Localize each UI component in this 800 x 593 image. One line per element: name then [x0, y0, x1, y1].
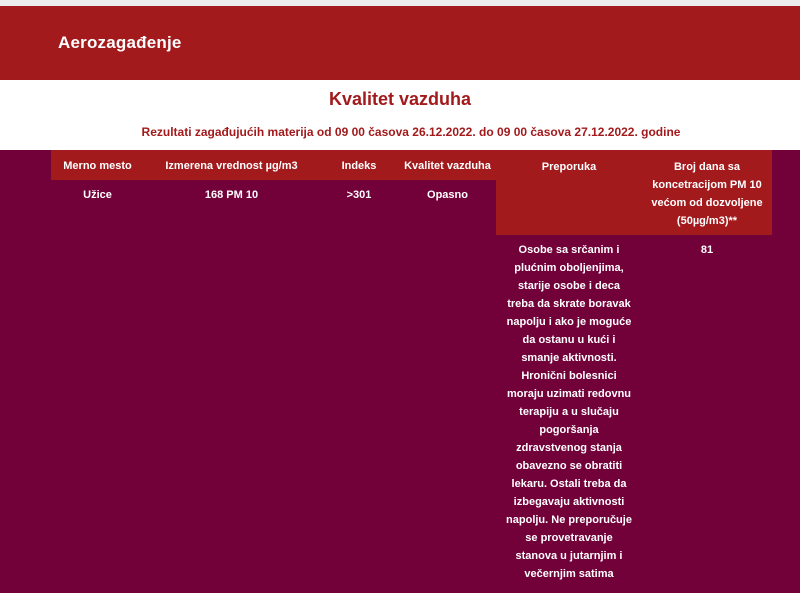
cell-days-over-limit: 81	[700, 244, 714, 256]
cell-measured-value: 168 PM 10	[204, 189, 259, 201]
cell-index: >301	[346, 189, 372, 201]
column-header-air-quality: Kvalitet vazduha	[399, 150, 496, 180]
column-header-days-over-limit: Broj dana sa koncetracijom PM 10 većom o…	[642, 150, 772, 235]
column-header-measured-value: Izmerena vrednost µg/m3	[144, 150, 319, 180]
cell-air-quality: Opasno	[427, 189, 468, 201]
column-header-recommendation: Preporuka	[496, 150, 642, 235]
column-header-location: Merno mesto	[51, 150, 144, 180]
results-subtitle: Rezultati zagađujućih materija od 09 00 …	[141, 125, 681, 139]
page-title: Kvalitet vazduha	[328, 89, 472, 109]
site-header: Aerozagađenje	[0, 6, 800, 80]
site-title[interactable]: Aerozagađenje	[58, 33, 182, 53]
cell-recommendation: Osobe sa srčanim i plućnim oboljenjima, …	[506, 244, 632, 580]
column-header-index: Indeks	[319, 150, 399, 180]
cell-location: Užice	[83, 189, 112, 201]
